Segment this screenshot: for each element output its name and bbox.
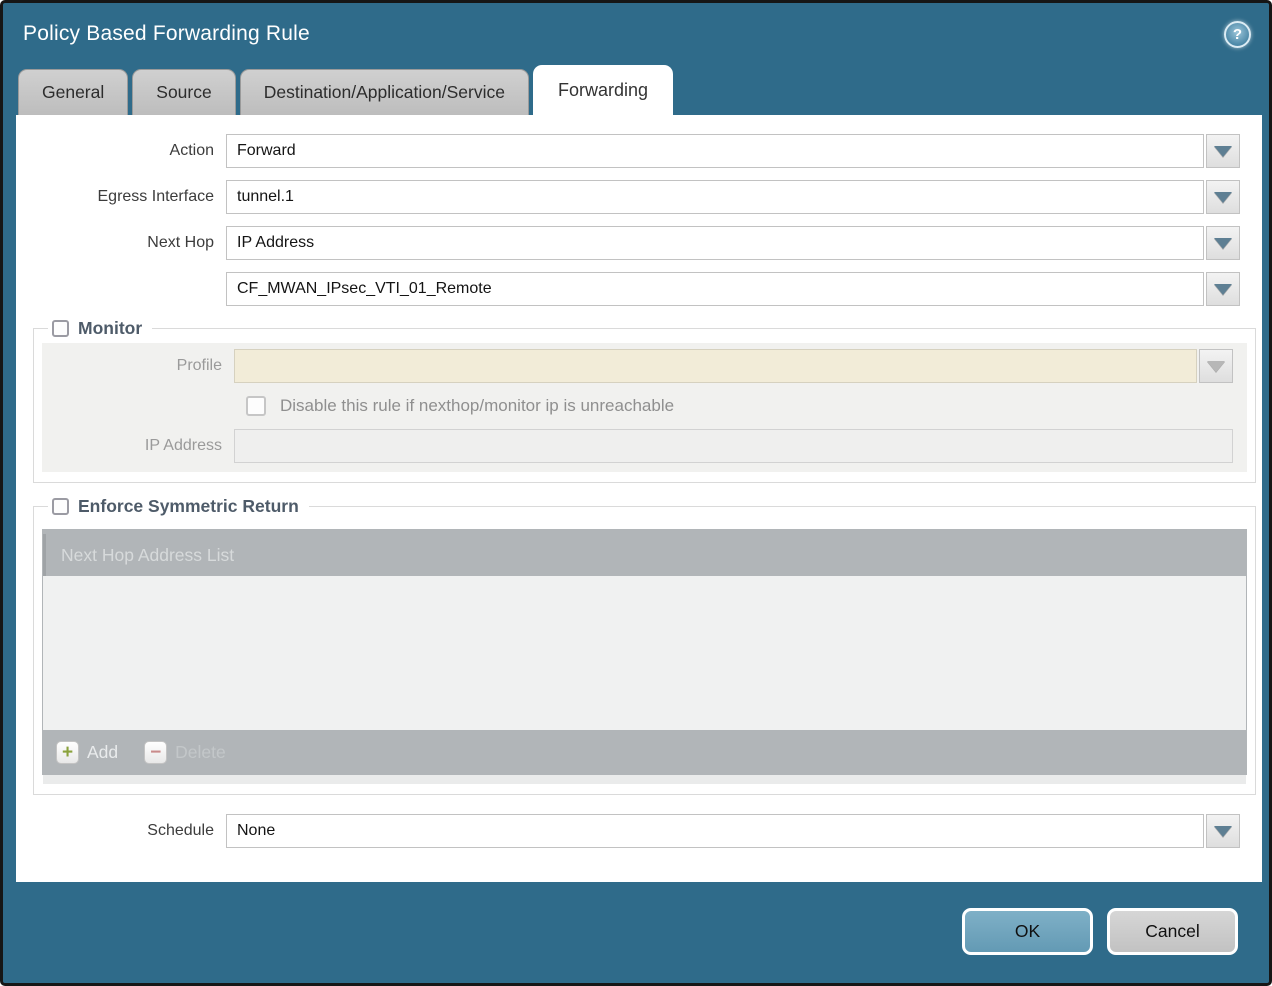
profile-label: Profile	[42, 357, 234, 375]
dialog-title: Policy Based Forwarding Rule	[23, 22, 310, 46]
chevron-down-icon	[1214, 284, 1232, 295]
monitor-group: Monitor Profile Disable this rule if nex…	[33, 318, 1256, 483]
egress-interface-dropdown-button[interactable]	[1206, 180, 1240, 214]
tab-forwarding[interactable]: Forwarding	[533, 65, 673, 115]
add-button[interactable]: + Add	[56, 741, 118, 764]
egress-interface-label: Egress Interface	[16, 188, 226, 206]
chevron-down-icon	[1214, 826, 1232, 837]
disable-rule-checkbox	[246, 396, 266, 416]
disable-rule-label: Disable this rule if nexthop/monitor ip …	[280, 396, 674, 416]
action-row: Action Forward	[16, 134, 1262, 168]
next-hop-type-dropdown-button[interactable]	[1206, 226, 1240, 260]
next-hop-address-list-toolbar: + Add − Delete	[43, 730, 1246, 775]
monitor-ip-address-label: IP Address	[42, 437, 234, 455]
schedule-dropdown-button[interactable]	[1206, 814, 1240, 848]
tab-strip: General Source Destination/Application/S…	[3, 65, 1269, 115]
delete-button-label: Delete	[175, 742, 226, 763]
table-bottom-strip	[43, 775, 1246, 784]
ok-button[interactable]: OK	[962, 908, 1093, 955]
dialog-footer: OK Cancel	[3, 882, 1269, 955]
chevron-down-icon	[1214, 238, 1232, 249]
symmetric-return-checkbox[interactable]	[52, 498, 69, 515]
monitor-panel: Profile Disable this rule if nexthop/mon…	[42, 343, 1247, 472]
monitor-ip-address-row: IP Address	[42, 429, 1233, 463]
next-hop-label: Next Hop	[16, 234, 226, 252]
next-hop-address-dropdown-button[interactable]	[1206, 272, 1240, 306]
symmetric-return-legend: Enforce Symmetric Return	[48, 496, 309, 517]
next-hop-address-select[interactable]: CF_MWAN_IPsec_VTI_01_Remote	[226, 272, 1204, 306]
forwarding-tab-panel: Action Forward Egress Interface tunnel.1…	[16, 115, 1262, 882]
monitor-legend: Monitor	[48, 318, 152, 339]
delete-button: − Delete	[144, 741, 226, 764]
schedule-label: Schedule	[16, 822, 226, 840]
next-hop-address-list-header: Next Hop Address List	[43, 534, 1246, 576]
monitor-checkbox[interactable]	[52, 320, 69, 337]
schedule-row: Schedule None	[16, 814, 1262, 848]
plus-icon: +	[56, 741, 79, 764]
tab-general[interactable]: General	[18, 69, 128, 115]
action-label: Action	[16, 142, 226, 160]
monitor-legend-label: Monitor	[78, 318, 142, 339]
tab-destination-application-service[interactable]: Destination/Application/Service	[240, 69, 529, 115]
egress-interface-row: Egress Interface tunnel.1	[16, 180, 1262, 214]
minus-icon: −	[144, 741, 167, 764]
action-dropdown-button[interactable]	[1206, 134, 1240, 168]
chevron-down-icon	[1214, 192, 1232, 203]
schedule-select[interactable]: None	[226, 814, 1204, 848]
symmetric-return-group: Enforce Symmetric Return Next Hop Addres…	[33, 496, 1256, 795]
tab-source[interactable]: Source	[132, 69, 235, 115]
chevron-down-icon	[1214, 146, 1232, 157]
pbf-rule-dialog: Policy Based Forwarding Rule ? General S…	[0, 0, 1272, 986]
cancel-button[interactable]: Cancel	[1107, 908, 1238, 955]
next-hop-address-list-table: Next Hop Address List + Add − Delete	[42, 529, 1247, 775]
dialog-titlebar: Policy Based Forwarding Rule ?	[3, 3, 1269, 65]
disable-rule-row: Disable this rule if nexthop/monitor ip …	[246, 396, 1233, 416]
profile-select	[234, 349, 1197, 383]
next-hop-address-row: CF_MWAN_IPsec_VTI_01_Remote	[16, 272, 1262, 306]
chevron-down-icon	[1207, 361, 1225, 372]
help-icon[interactable]: ?	[1224, 21, 1251, 48]
next-hop-row: Next Hop IP Address	[16, 226, 1262, 260]
monitor-ip-address-input	[234, 429, 1233, 463]
next-hop-type-select[interactable]: IP Address	[226, 226, 1204, 260]
symmetric-return-legend-label: Enforce Symmetric Return	[78, 496, 299, 517]
profile-dropdown-button	[1199, 349, 1233, 383]
profile-row: Profile	[42, 349, 1233, 383]
next-hop-address-list-body	[43, 576, 1246, 730]
add-button-label: Add	[87, 742, 118, 763]
egress-interface-select[interactable]: tunnel.1	[226, 180, 1204, 214]
action-select[interactable]: Forward	[226, 134, 1204, 168]
